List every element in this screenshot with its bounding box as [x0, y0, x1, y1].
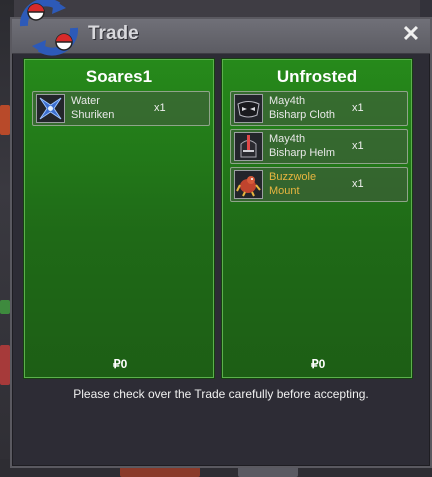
item-name: Water Shuriken	[71, 95, 115, 121]
money-offer-left: ₽0	[113, 357, 128, 371]
item-quantity: x1	[352, 102, 364, 114]
item-name: Buzzwole Mount	[269, 171, 317, 197]
close-button[interactable]: ✕	[398, 21, 424, 47]
player-name-left: Soares1	[85, 67, 153, 86]
item-quantity: x1	[352, 140, 364, 152]
item-name: May4th Bisharp Helm	[269, 133, 336, 159]
buzzwole-mount-icon	[234, 170, 263, 199]
bisharp-helm-icon	[234, 132, 263, 161]
trade-item-slot[interactable]: Water Shuriken x1	[32, 91, 210, 126]
trade-notice: Please check over the Trade carefully be…	[73, 387, 369, 401]
bisharp-cloth-icon	[234, 94, 263, 123]
player-name-right: Unfrosted	[276, 67, 358, 86]
item-name: May4th Bisharp Cloth	[269, 95, 336, 121]
trade-window: Trade ✕ Soares1 Water Shuriken x1 ₽0 Unf…	[10, 17, 432, 468]
trade-item-slot[interactable]: Buzzwole Mount x1	[230, 167, 408, 202]
background-sprite	[0, 345, 10, 385]
background-sprite	[0, 300, 10, 314]
offer-panel-left: Soares1 Water Shuriken x1 ₽0	[24, 59, 214, 378]
trade-item-slot[interactable]: May4th Bisharp Helm x1	[230, 129, 408, 164]
item-quantity: x1	[154, 102, 166, 114]
trade-logo-icon	[14, 0, 84, 56]
trade-item-slot[interactable]: May4th Bisharp Cloth x1	[230, 91, 408, 126]
item-quantity: x1	[352, 178, 364, 190]
money-offer-right: ₽0	[311, 357, 326, 371]
water-shuriken-icon	[36, 94, 65, 123]
background-sprite	[0, 105, 10, 135]
window-title: Trade	[88, 23, 139, 44]
offer-panel-right: Unfrosted May4th Bisharp Cloth x1 May4th…	[222, 59, 412, 378]
